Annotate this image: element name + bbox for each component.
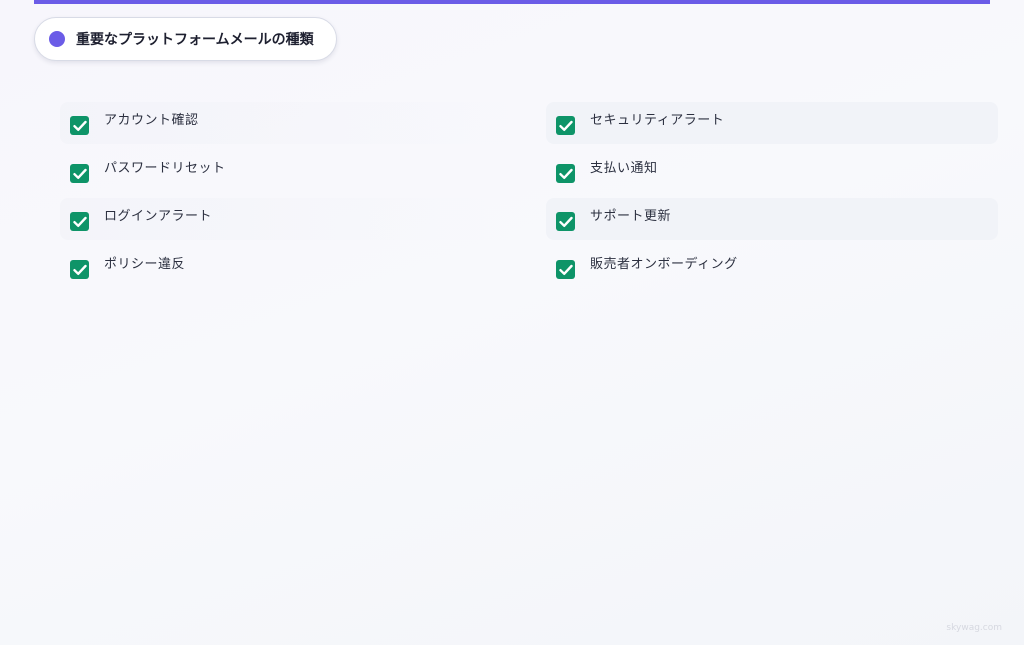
checklist-item: 販売者オンボーディング bbox=[546, 246, 998, 288]
checkbox-checked-icon[interactable] bbox=[70, 212, 89, 231]
bullet-dot-icon bbox=[49, 31, 65, 47]
section-title-pill: 重要なプラットフォームメールの種類 bbox=[34, 17, 337, 61]
checklist-item-label: ポリシー違反 bbox=[104, 257, 186, 272]
watermark: skywag.com bbox=[946, 623, 1002, 633]
checklist-item: ログインアラート bbox=[60, 198, 512, 240]
email-type-checklist: アカウント確認 セキュリティアラート パスワードリセット 支払い通知 ログインア… bbox=[60, 102, 998, 288]
checklist-item-label: 支払い通知 bbox=[590, 161, 658, 176]
checkbox-checked-icon[interactable] bbox=[70, 116, 89, 135]
checklist-item: パスワードリセット bbox=[60, 150, 512, 192]
checkbox-checked-icon[interactable] bbox=[70, 164, 89, 183]
checklist-item-label: セキュリティアラート bbox=[590, 113, 725, 128]
checkbox-checked-icon[interactable] bbox=[70, 260, 89, 279]
checklist-item-label: パスワードリセット bbox=[104, 161, 226, 176]
checkbox-checked-icon[interactable] bbox=[556, 116, 575, 135]
checklist-item-label: サポート更新 bbox=[590, 209, 672, 224]
checklist-item: アカウント確認 bbox=[60, 102, 512, 144]
checkbox-checked-icon[interactable] bbox=[556, 260, 575, 279]
checklist-item: 支払い通知 bbox=[546, 150, 998, 192]
checkbox-checked-icon[interactable] bbox=[556, 212, 575, 231]
checklist-item-label: ログインアラート bbox=[104, 209, 213, 224]
checklist-item: サポート更新 bbox=[546, 198, 998, 240]
top-accent-bar bbox=[34, 0, 990, 4]
checklist-item: ポリシー違反 bbox=[60, 246, 512, 288]
section-title: 重要なプラットフォームメールの種類 bbox=[76, 32, 314, 48]
checklist-item-label: アカウント確認 bbox=[104, 113, 199, 128]
checkbox-checked-icon[interactable] bbox=[556, 164, 575, 183]
checklist-item-label: 販売者オンボーディング bbox=[590, 257, 738, 272]
checklist-item: セキュリティアラート bbox=[546, 102, 998, 144]
